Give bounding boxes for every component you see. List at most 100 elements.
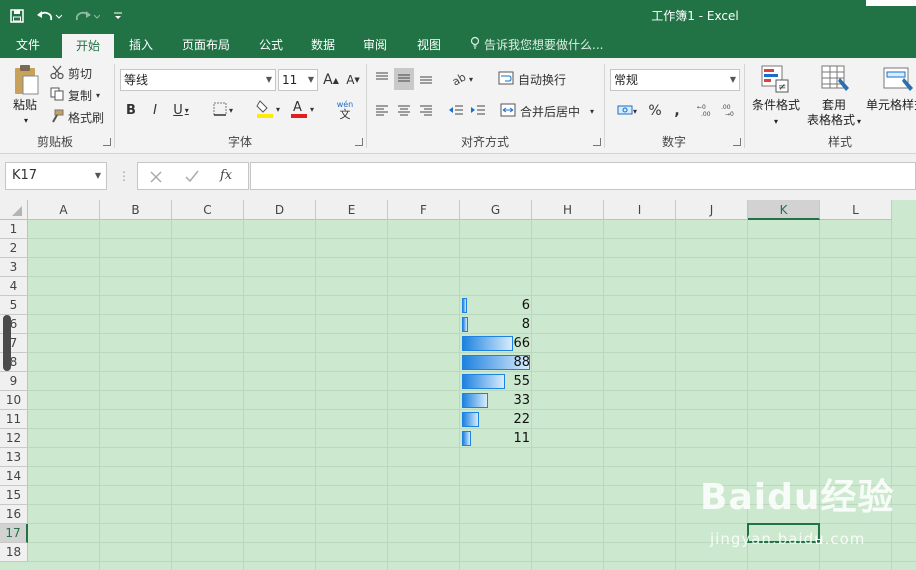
row-header-3[interactable]: 3 [0, 258, 28, 277]
tab-home[interactable]: 开始 [62, 34, 114, 58]
format-as-table-button[interactable]: 套用 表格格式 ▾ [802, 98, 866, 129]
align-right-button[interactable] [416, 100, 436, 122]
increase-decimal-button[interactable]: ←0.00 [696, 100, 716, 122]
cell-value[interactable]: 8 [460, 315, 532, 334]
number-launcher-icon[interactable] [733, 138, 741, 146]
row-header-18[interactable]: 18 [0, 543, 28, 562]
font-launcher-icon[interactable] [355, 138, 363, 146]
column-header-g[interactable]: G [460, 200, 532, 220]
cut-button[interactable]: 剪切 [50, 64, 92, 82]
column-header-l[interactable]: L [820, 200, 892, 220]
cell-value[interactable]: 6 [460, 296, 532, 315]
phonetic-button[interactable]: wén 文 [330, 98, 360, 122]
column-header-a[interactable]: A [28, 200, 100, 220]
row-header-13[interactable]: 13 [0, 448, 28, 467]
comma-button[interactable]: , [670, 100, 684, 122]
shrink-font-button[interactable]: A ▼ [344, 70, 362, 90]
bold-button[interactable]: B [122, 100, 140, 120]
alignment-launcher-icon[interactable] [593, 138, 601, 146]
tab-review[interactable]: 审阅 [354, 32, 396, 58]
decrease-indent-button[interactable] [446, 100, 466, 122]
tab-page-layout[interactable]: 页面布局 [172, 32, 240, 58]
percent-button[interactable]: % [646, 100, 664, 122]
cell-value[interactable]: 88 [460, 353, 532, 372]
column-header-e[interactable]: E [316, 200, 388, 220]
decrease-decimal-button[interactable]: .00 →0 [720, 100, 740, 122]
row-header-15[interactable]: 15 [0, 486, 28, 505]
paste-dropdown-icon[interactable]: ▾ [20, 113, 32, 128]
column-header-c[interactable]: C [172, 200, 244, 220]
copy-button[interactable]: 复制 ▾ [50, 86, 100, 104]
paste-button[interactable]: 粘贴 [4, 98, 46, 113]
name-box[interactable]: K17 ▼ [5, 162, 107, 190]
customize-qat-icon[interactable] [110, 0, 126, 32]
underline-button[interactable]: U ▾ [168, 100, 194, 120]
row-header-11[interactable]: 11 [0, 410, 28, 429]
row-header-4[interactable]: 4 [0, 277, 28, 296]
row-header-17[interactable]: 17 [0, 524, 28, 543]
align-top-button[interactable] [372, 68, 392, 90]
formula-input[interactable] [250, 162, 916, 190]
row-scroll-indicator[interactable] [3, 315, 11, 371]
increase-indent-button[interactable] [468, 100, 488, 122]
conditional-format-button[interactable]: 条件格式 ▾ [748, 98, 804, 129]
fill-color-button[interactable]: ▾ [252, 98, 284, 120]
borders-button[interactable]: ▾ [208, 100, 238, 120]
row-header-12[interactable]: 12 [0, 429, 28, 448]
cell-styles-icon[interactable] [882, 64, 916, 97]
column-header-d[interactable]: D [244, 200, 316, 220]
column-header-b[interactable]: B [100, 200, 172, 220]
row-header-2[interactable]: 2 [0, 239, 28, 258]
tab-data[interactable]: 数据 [302, 32, 344, 58]
column-header-h[interactable]: H [532, 200, 604, 220]
align-left-button[interactable] [372, 100, 392, 122]
clipboard-launcher-icon[interactable] [103, 138, 111, 146]
row-header-10[interactable]: 10 [0, 391, 28, 410]
column-header-k[interactable]: K [748, 200, 820, 220]
grow-font-button[interactable]: A ▲ [322, 70, 340, 90]
italic-button[interactable]: I [146, 100, 164, 120]
row-header-1[interactable]: 1 [0, 220, 28, 239]
tab-formulas[interactable]: 公式 [250, 32, 292, 58]
align-center-button[interactable] [394, 100, 414, 122]
font-name-combo[interactable]: 等线 ▼ [120, 69, 276, 91]
cancel-icon[interactable] [148, 167, 164, 185]
row-header-16[interactable]: 16 [0, 505, 28, 524]
select-all-corner[interactable] [0, 200, 28, 220]
format-as-table-icon[interactable] [820, 64, 850, 97]
window-control[interactable] [866, 0, 916, 6]
row-header-14[interactable]: 14 [0, 467, 28, 486]
conditional-format-icon[interactable]: ≠ [760, 64, 790, 97]
tell-me-box[interactable]: 告诉我您想要做什么... [470, 32, 603, 58]
redo-icon[interactable] [72, 0, 102, 32]
tab-insert[interactable]: 插入 [120, 32, 162, 58]
tab-file[interactable]: 文件 [6, 32, 50, 58]
wrap-text-button[interactable]: 自动换行 [498, 68, 566, 90]
format-painter-button[interactable]: 格式刷 [50, 108, 104, 126]
cell-styles-button[interactable]: 单元格样式 [866, 98, 916, 113]
column-header-j[interactable]: J [676, 200, 748, 220]
accounting-format-button[interactable]: ▾ [612, 100, 642, 122]
paste-icon[interactable] [12, 64, 40, 99]
worksheet-grid[interactable]: ABCDEFGHIJKL 1 2 3 4 5 6 7 8 9 10 11 12 13 14 15 16 17 18… [0, 200, 916, 570]
save-icon[interactable] [6, 0, 28, 32]
column-header-f[interactable]: F [388, 200, 460, 220]
insert-function-button[interactable]: fx [220, 166, 242, 186]
align-bottom-button[interactable] [416, 68, 436, 90]
merge-center-button[interactable]: 合并后居中 ▾ [500, 100, 594, 122]
number-format-combo[interactable]: 常规 ▼ [610, 69, 740, 91]
align-middle-button[interactable] [394, 68, 414, 90]
cell-value[interactable]: 11 [460, 429, 532, 448]
row-header-5[interactable]: 5 [0, 296, 28, 315]
orientation-button[interactable]: ab ▾ [446, 68, 478, 90]
column-header-i[interactable]: I [604, 200, 676, 220]
font-size-combo[interactable]: 11 ▼ [278, 69, 318, 91]
tab-view[interactable]: 视图 [408, 32, 450, 58]
undo-icon[interactable] [34, 0, 64, 32]
cell-value[interactable]: 55 [460, 372, 532, 391]
cell-value[interactable]: 66 [460, 334, 532, 353]
font-color-button[interactable]: A ▾ [286, 98, 318, 120]
row-header-9[interactable]: 9 [0, 372, 28, 391]
cell-value[interactable]: 22 [460, 410, 532, 429]
cell-value[interactable]: 33 [460, 391, 532, 410]
